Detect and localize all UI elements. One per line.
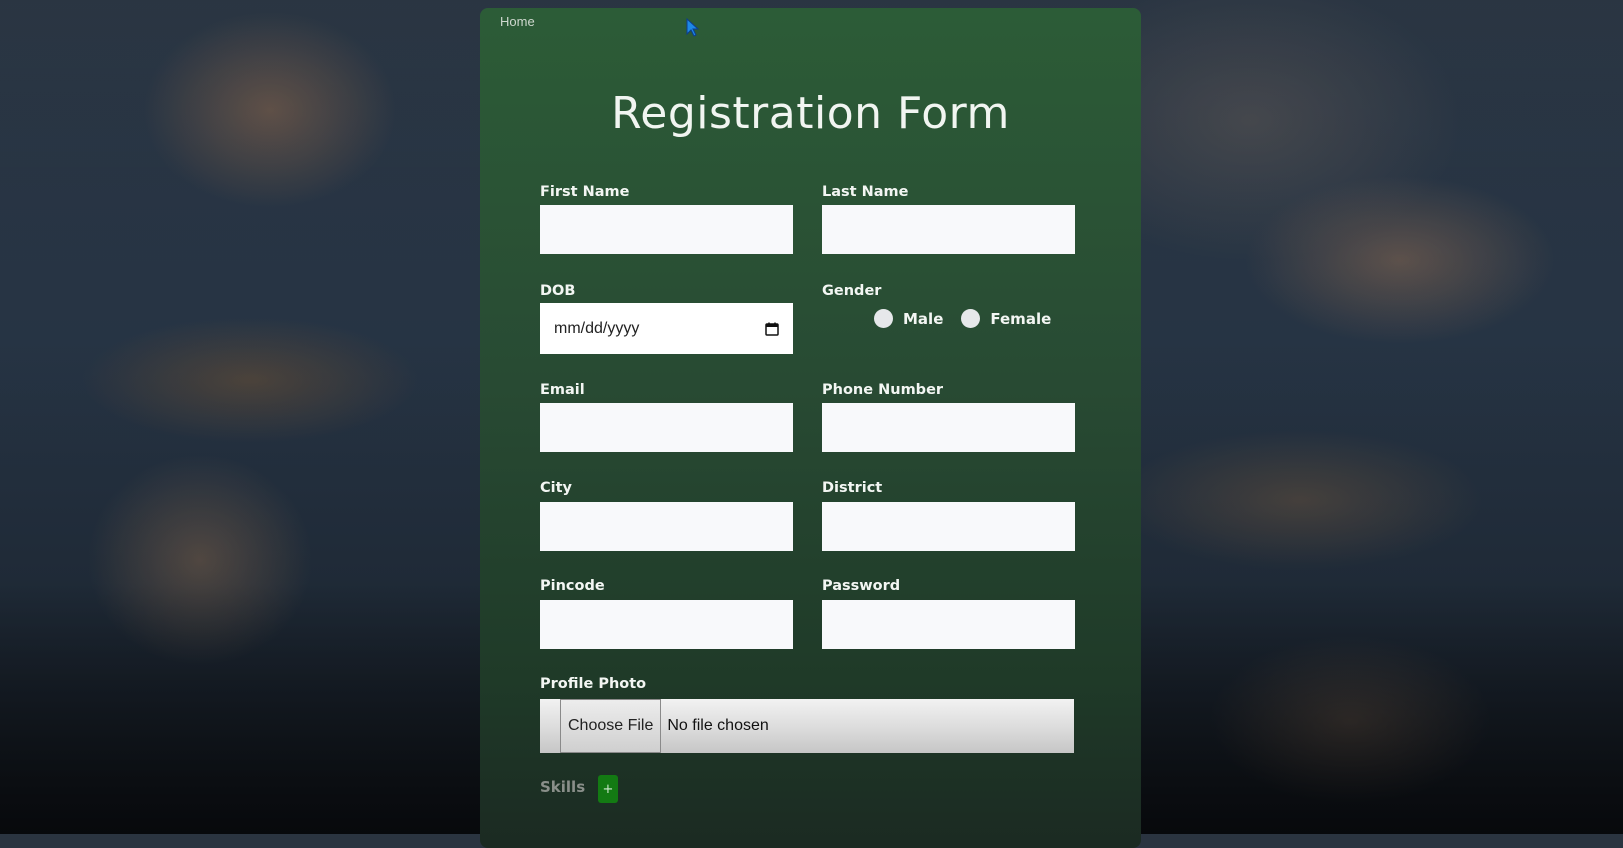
gender-male-label[interactable]: Male: [903, 310, 943, 328]
dob-placeholder: mm/dd/yyyy: [554, 319, 640, 337]
gender-female-radio[interactable]: [961, 309, 981, 328]
email-input[interactable]: [540, 403, 793, 452]
first-name-label: First Name: [540, 184, 630, 200]
gender-radio-group: Male Female: [874, 309, 1069, 328]
email-label: Email: [540, 382, 585, 398]
phone-input[interactable]: [822, 403, 1075, 452]
first-name-input[interactable]: [540, 205, 793, 254]
mouse-pointer-icon: [686, 18, 700, 37]
pincode-input[interactable]: [540, 600, 793, 649]
gender-female-label[interactable]: Female: [990, 310, 1051, 328]
dob-date-input[interactable]: mm/dd/yyyy: [540, 303, 793, 354]
home-link[interactable]: Home: [500, 14, 535, 29]
password-label: Password: [822, 578, 901, 594]
city-input[interactable]: [540, 502, 793, 551]
pincode-label: Pincode: [540, 578, 605, 594]
skills-label: Skills: [540, 778, 586, 796]
district-label: District: [822, 480, 883, 496]
add-skill-button[interactable]: +: [598, 775, 618, 803]
choose-file-button[interactable]: Choose File: [560, 699, 662, 753]
calendar-icon[interactable]: [765, 322, 779, 336]
phone-label: Phone Number: [822, 382, 944, 398]
dob-label: DOB: [540, 283, 576, 299]
district-input[interactable]: [822, 502, 1075, 551]
form-title: Registration Form: [611, 88, 1010, 139]
profile-photo-file-input[interactable]: Choose File No file chosen: [540, 699, 1074, 753]
last-name-input[interactable]: [822, 205, 1075, 254]
registration-card: Home Registration Form First Name Last N…: [480, 8, 1141, 848]
password-input[interactable]: [822, 600, 1075, 649]
file-status-text: No file chosen: [667, 717, 769, 734]
city-label: City: [540, 480, 572, 496]
last-name-label: Last Name: [822, 184, 909, 200]
gender-male-radio[interactable]: [874, 309, 893, 328]
gender-label: Gender: [822, 283, 882, 299]
profile-photo-label: Profile Photo: [540, 676, 647, 692]
